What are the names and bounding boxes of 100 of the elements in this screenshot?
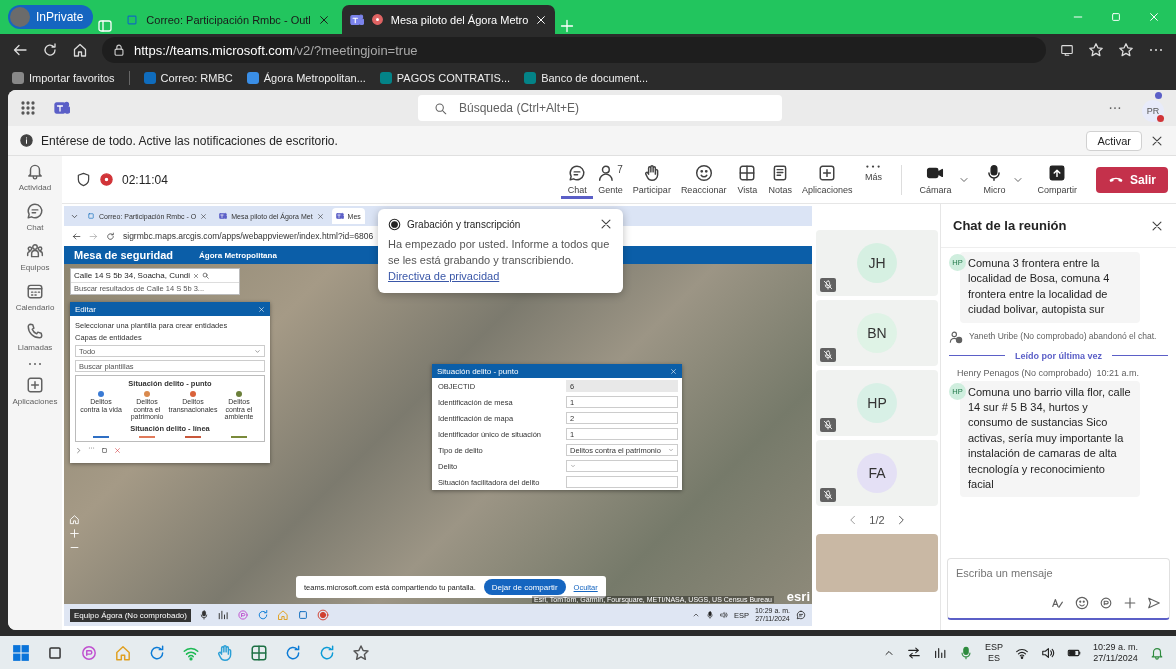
participant-avatar: HP [857, 383, 897, 423]
volume-icon [1040, 645, 1055, 660]
toolbar-button[interactable]: Reaccionar [675, 160, 732, 199]
more-icon[interactable] [1148, 48, 1164, 52]
notification-dot [1155, 92, 1162, 99]
close-icon[interactable] [599, 217, 613, 231]
event-text: Yaneth Uribe (No comprobado) abandonó el chat. [969, 329, 1157, 343]
clock-time: 10:29 a. m. [1092, 641, 1138, 653]
tab-actions-icon[interactable] [97, 18, 114, 34]
recording-icon [370, 13, 384, 26]
more-icon [864, 164, 883, 169]
close-icon[interactable] [317, 13, 330, 26]
notification-icon [796, 610, 806, 620]
bookmark-link[interactable]: Ágora Metropolitan... [246, 72, 366, 84]
map-logo: esri [786, 589, 810, 604]
stop-sharing-button[interactable]: Dejar de compartir [483, 579, 566, 595]
taskbar-app-icon[interactable] [216, 609, 229, 621]
search-icon[interactable] [202, 272, 210, 279]
muted-microphone-icon [823, 350, 833, 360]
profile-button[interactable]: InPrivate [8, 5, 94, 29]
toolbar-button[interactable]: Cámara [914, 160, 957, 199]
toolbar-button[interactable]: Compartir [1032, 160, 1082, 199]
plus-icon[interactable] [1123, 596, 1137, 610]
rail-item[interactable]: Actividad [18, 162, 52, 192]
bookmark-link[interactable]: Importar favoritos [12, 72, 115, 84]
rail-item[interactable]: Aplicaciones [12, 376, 58, 406]
back-icon[interactable] [12, 42, 28, 58]
more-icon[interactable] [27, 362, 43, 366]
home-icon[interactable] [72, 42, 88, 58]
browser-tab[interactable]: Correo: Participación Rmbc - Outl [117, 5, 338, 34]
rail-item[interactable]: Llamadas [17, 322, 53, 352]
panel-title: Editar [75, 304, 96, 314]
send-icon[interactable] [1147, 596, 1161, 610]
reload-icon[interactable] [42, 42, 58, 58]
toolbar-button[interactable]: Participar [627, 160, 676, 199]
phone-icon [26, 322, 44, 340]
bookmark-icon [12, 72, 24, 84]
toolbar-button[interactable]: Aplicaciones [796, 160, 858, 199]
toolbar-button[interactable]: Más [857, 160, 890, 199]
toolbar-button[interactable]: Chat [561, 160, 594, 199]
chevron-icon [691, 611, 700, 619]
bookmark-link[interactable]: Banco de document... [524, 72, 649, 84]
back-icon[interactable] [72, 231, 81, 241]
apps-icon [26, 376, 44, 394]
zoom-in-icon[interactable] [69, 528, 80, 539]
bookmark-icon [524, 72, 537, 84]
toolbar-button[interactable]: Notas [763, 160, 797, 199]
maximize-icon[interactable] [1110, 11, 1122, 23]
emoji-icon[interactable] [1075, 596, 1089, 610]
record-icon [388, 217, 401, 231]
search-field[interactable]: Búsqueda (Ctrl+Alt+E) [418, 95, 782, 121]
chevron-icon [570, 463, 576, 469]
url-text: https://teams.microsoft.com/v2/?meetingjoin=true [134, 42, 418, 58]
activate-button[interactable]: Activar [1086, 130, 1142, 151]
favorite-icon[interactable] [1088, 42, 1104, 58]
user-avatar[interactable]: PR [1142, 100, 1164, 122]
notification-text: Entérese de todo. Active las notificaciones de escritorio. [41, 133, 338, 148]
grid-icon [738, 164, 757, 182]
bookmark-link[interactable]: PAGOS CONTRATIS... [379, 72, 511, 84]
divider-label: Leído por última vez [1015, 350, 1102, 361]
screen-icon[interactable] [1060, 43, 1074, 57]
loop-icon[interactable] [1099, 596, 1113, 610]
address-bar[interactable]: https://teams.microsoft.com/v2/?meetingjoin=true [102, 37, 1046, 63]
panel-title: Chat de la reunión [953, 218, 1067, 233]
participant-avatar: FA [857, 453, 897, 493]
search-icon [434, 101, 447, 115]
more-icon[interactable] [1108, 106, 1122, 110]
rail-item[interactable]: Chat [26, 202, 44, 232]
chat-icon [568, 164, 587, 182]
bookmark-link[interactable]: Correo: RMBC [143, 72, 233, 84]
participant-avatar: JH [857, 243, 897, 283]
toolbar-button[interactable]: 7 Gente [593, 160, 628, 199]
microphone-icon [198, 610, 209, 620]
delete-icon[interactable] [114, 447, 121, 455]
tab-title: Mesa piloto del Ágora Metro [390, 13, 529, 26]
leave-button[interactable]: Salir [1096, 166, 1168, 193]
plus-icon [818, 164, 837, 182]
toolbar-button[interactable]: Micro [978, 160, 1011, 199]
presenter-name: Equipo Ágora (No comprobado) [70, 608, 191, 622]
start-icon[interactable] [12, 643, 30, 662]
app-launcher-icon[interactable] [20, 100, 36, 116]
app-title: Mesa de seguridad [74, 249, 174, 261]
notice-text: Ha empezado por usted. Informe a todos que se les está grabando y transcribiendo. Directiva de privacidad [388, 237, 611, 284]
spreadsheet-icon[interactable] [250, 643, 268, 662]
rail-item[interactable]: Equipos [20, 242, 50, 272]
toolbar-button[interactable]: Vista [731, 160, 764, 199]
browser-tab[interactable]: Mesa piloto del Ágora Metro [341, 5, 556, 34]
notification-icon[interactable] [1150, 645, 1164, 660]
message-meta: Henry Penagos (No comprobado) 10:21 a.m. [956, 367, 1141, 378]
shield-icon [76, 172, 91, 187]
close-icon[interactable] [535, 13, 548, 26]
new-tab-icon[interactable] [559, 18, 576, 34]
input-field[interactable] [566, 476, 678, 488]
input-field[interactable] [566, 460, 678, 472]
privacy-link[interactable]: Directiva de privacidad [388, 269, 500, 282]
swap-icon[interactable] [906, 645, 921, 660]
format-icon[interactable] [1051, 596, 1065, 610]
rail-item[interactable]: Calendario [15, 282, 55, 312]
message-input[interactable]: Escriba un mensaje [956, 567, 1161, 579]
share-icon [1048, 164, 1067, 182]
